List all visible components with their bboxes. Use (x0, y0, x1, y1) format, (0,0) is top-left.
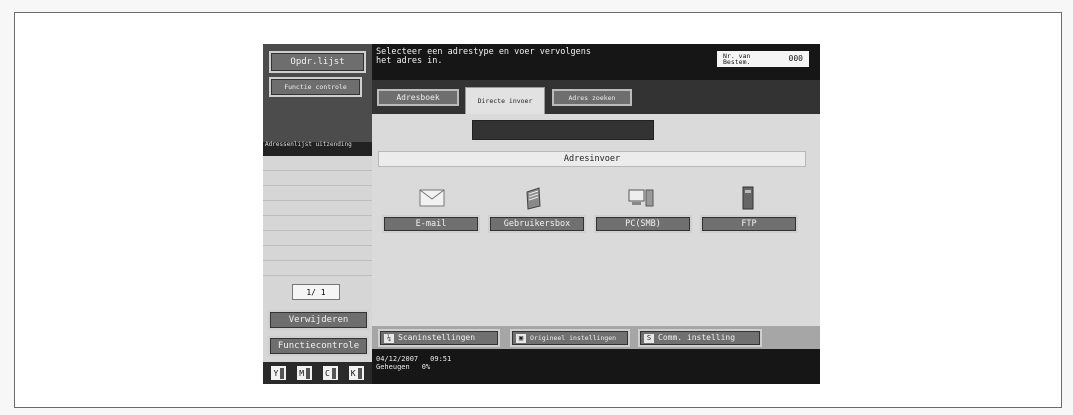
sidebar-top-panel: Opdr.lijst Functie controle (263, 44, 372, 142)
box-icon (518, 184, 548, 212)
comm-settings-button[interactable]: S Comm. instelling (638, 329, 762, 347)
main-panel: Adresinvoer E-mail Gebruikersbox PC(SMB)… (372, 114, 820, 349)
status-time: 09:51 (430, 355, 452, 363)
tab-direct-input[interactable]: Directe invoer (465, 87, 545, 114)
status-bar: 04/12/2007 09:51 Geheugen 0% (372, 349, 820, 384)
status-date: 04/12/2007 (376, 355, 419, 363)
toner-k: K (348, 366, 364, 380)
pc-smb-button[interactable]: PC(SMB) (594, 215, 692, 233)
server-icon (733, 184, 763, 212)
user-box-button[interactable]: Gebruikersbox (488, 215, 586, 233)
memory-value: 0% (421, 363, 431, 371)
bottom-toolbar: ¼ Scaninstellingen ▣ Origineel instellinge… (372, 326, 820, 349)
memory-label: Geheugen (376, 363, 410, 371)
message-bar: Selecteer een adrestype en voer vervolge… (372, 44, 820, 80)
section-title: Adresinvoer (378, 151, 806, 167)
toner-levels: Y M C K (263, 362, 372, 384)
left-sidebar: Opdr.lijst Functie controle Adressenlijs… (263, 44, 372, 384)
function-check-button[interactable]: Functiecontrole (268, 336, 369, 356)
check-job-button[interactable]: Functie controle (269, 77, 362, 97)
toner-y: Y (271, 366, 287, 380)
tab-row: Adresboek Directe invoer Adres zoeken (372, 80, 820, 114)
instruction-message: Selecteer een adrestype en voer vervolge… (376, 47, 591, 66)
email-button[interactable]: E-mail (382, 215, 480, 233)
ftp-button[interactable]: FTP (700, 215, 798, 233)
original-settings-button[interactable]: ▣ Origineel instellingen (510, 329, 630, 347)
page-indicator: 1/ 1 (292, 284, 340, 300)
tab-address-search[interactable]: Adres zoeken (552, 89, 632, 106)
broadcast-list-header: Adressenlijst uitzending (263, 142, 372, 156)
scan-settings-icon: ¼ (384, 333, 394, 343)
scan-settings-button[interactable]: ¼ Scaninstellingen (378, 329, 500, 347)
delete-button[interactable]: Verwijderen (268, 310, 369, 330)
mail-icon (417, 184, 447, 212)
toner-c: C (322, 366, 338, 380)
tab-address-book[interactable]: Adresboek (377, 89, 459, 106)
job-list-button[interactable]: Opdr.lijst (269, 51, 366, 73)
address-display-field (472, 120, 654, 140)
destination-counter: Nr. van Bestem. 000 (717, 51, 809, 67)
toner-m: M (297, 366, 313, 380)
comm-settings-icon: S (644, 333, 654, 343)
control-panel-screen: Opdr.lijst Functie controle Adressenlijs… (263, 44, 820, 384)
pc-icon (626, 184, 656, 212)
original-settings-icon: ▣ (516, 333, 526, 343)
broadcast-list[interactable] (263, 156, 372, 284)
